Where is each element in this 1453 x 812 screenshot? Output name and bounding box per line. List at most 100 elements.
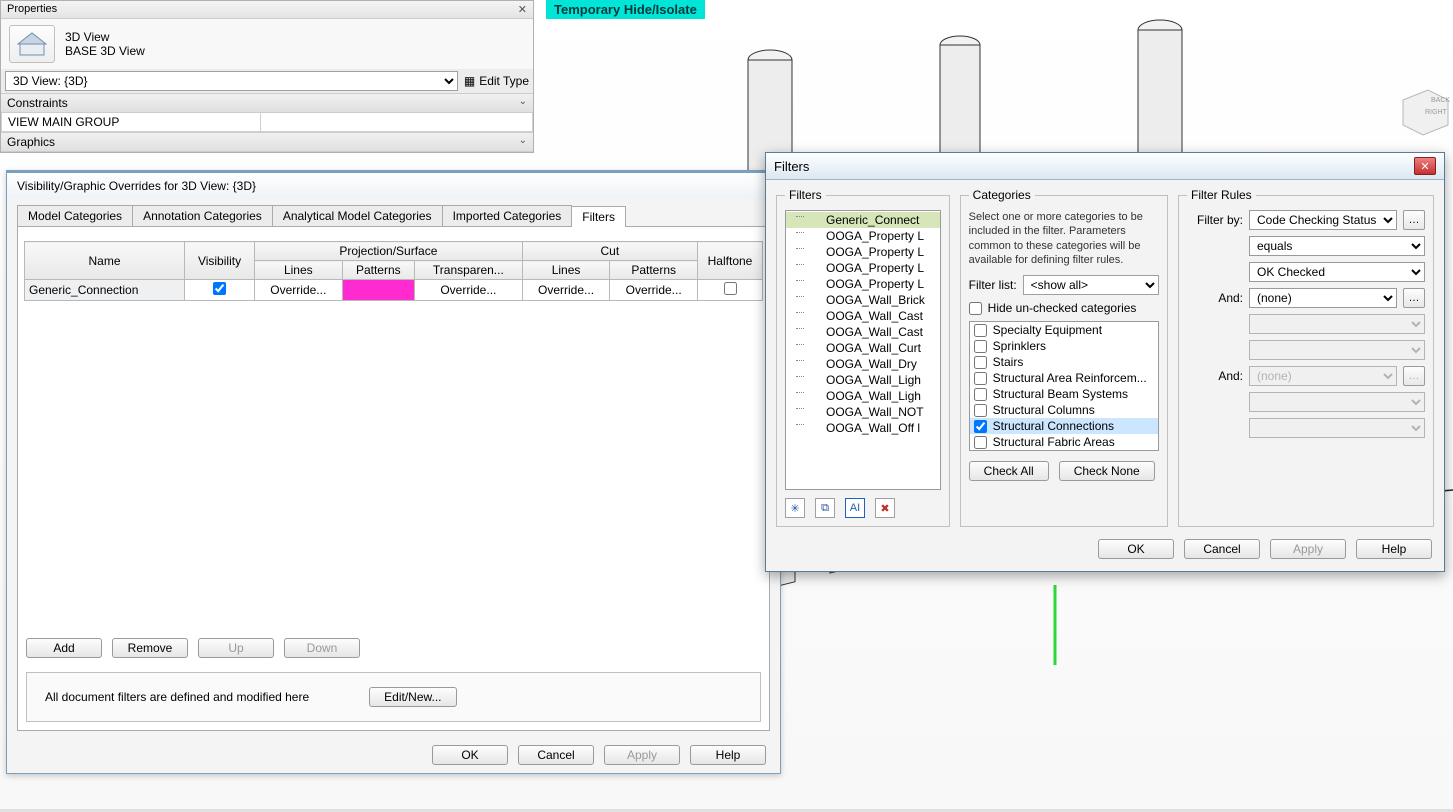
and2-op-select[interactable] bbox=[1249, 392, 1425, 412]
collapse-icon[interactable]: ⌄ bbox=[519, 135, 527, 149]
tab-annotation-categories[interactable]: Annotation Categories bbox=[132, 205, 273, 226]
categories-checklist[interactable]: Specialty EquipmentSprinklersStairsStruc… bbox=[969, 321, 1159, 451]
category-checkbox[interactable] bbox=[974, 324, 987, 337]
proj-lines-cell[interactable]: Override... bbox=[255, 280, 343, 301]
col-name: Name bbox=[25, 242, 185, 280]
halftone-checkbox[interactable] bbox=[724, 282, 737, 295]
check-none-button[interactable]: Check None bbox=[1059, 461, 1155, 481]
filters-help-button[interactable]: Help bbox=[1356, 539, 1432, 559]
check-all-button[interactable]: Check All bbox=[969, 461, 1049, 481]
proj-transp-cell[interactable]: Override... bbox=[415, 280, 523, 301]
delete-filter-icon[interactable]: ✖ bbox=[875, 498, 895, 518]
filter-list-item[interactable]: OOGA_Property L bbox=[786, 228, 940, 244]
category-item[interactable]: Structural Beam Systems bbox=[970, 386, 1158, 402]
category-checkbox[interactable] bbox=[974, 372, 987, 385]
hide-unchecked-checkbox[interactable] bbox=[969, 302, 982, 315]
param-more-button[interactable]: … bbox=[1403, 210, 1425, 230]
tab-filters[interactable]: Filters bbox=[571, 206, 626, 227]
filter-list-item[interactable]: OOGA_Wall_Cast bbox=[786, 308, 940, 324]
category-item[interactable]: Stairs bbox=[970, 354, 1158, 370]
category-checkbox[interactable] bbox=[974, 388, 987, 401]
vg-help-button[interactable]: Help bbox=[690, 745, 766, 765]
category-checkbox[interactable] bbox=[974, 436, 987, 449]
and2-param-select[interactable]: (none) bbox=[1249, 366, 1397, 386]
up-button[interactable]: Up bbox=[198, 638, 274, 658]
visibility-checkbox-cell[interactable] bbox=[185, 280, 255, 301]
filters-listbox[interactable]: Generic_ConnectOOGA_Property LOOGA_Prope… bbox=[785, 210, 941, 490]
category-checkbox[interactable] bbox=[974, 356, 987, 369]
operator-select[interactable]: equals bbox=[1249, 236, 1425, 256]
category-item[interactable]: Structural Columns bbox=[970, 402, 1158, 418]
category-checkbox[interactable] bbox=[974, 420, 987, 433]
category-checkbox[interactable] bbox=[974, 404, 987, 417]
category-item[interactable]: Structural Connections bbox=[970, 418, 1158, 434]
vg-cancel-button[interactable]: Cancel bbox=[518, 745, 594, 765]
and-label-2: And: bbox=[1187, 369, 1243, 383]
new-filter-icon[interactable]: ✳ bbox=[785, 498, 805, 518]
vg-apply-button[interactable]: Apply bbox=[604, 745, 680, 765]
filters-titlebar[interactable]: Filters ✕ bbox=[766, 153, 1444, 180]
category-item[interactable]: Structural Area Reinforcem... bbox=[970, 370, 1158, 386]
and2-more-button[interactable]: … bbox=[1403, 366, 1425, 386]
filter-list-item[interactable]: OOGA_Wall_Ligh bbox=[786, 388, 940, 404]
filters-grid[interactable]: Name Visibility Projection/Surface Cut H… bbox=[24, 241, 763, 301]
vg-ok-button[interactable]: OK bbox=[432, 745, 508, 765]
and1-val-select[interactable] bbox=[1249, 340, 1425, 360]
category-checkbox[interactable] bbox=[974, 340, 987, 353]
and1-more-button[interactable]: … bbox=[1403, 288, 1425, 308]
section-graphics[interactable]: Graphics⌄ bbox=[1, 132, 533, 152]
collapse-icon[interactable]: ⌄ bbox=[519, 96, 527, 110]
tab-analytical-categories[interactable]: Analytical Model Categories bbox=[272, 205, 443, 226]
and1-op-select[interactable] bbox=[1249, 314, 1425, 334]
filter-list-item[interactable]: OOGA_Property L bbox=[786, 260, 940, 276]
filter-list-item[interactable]: OOGA_Wall_Cast bbox=[786, 324, 940, 340]
view-main-group-input[interactable] bbox=[263, 114, 530, 130]
cut-lines-cell[interactable]: Override... bbox=[522, 280, 610, 301]
edit-new-button[interactable]: Edit/New... bbox=[369, 687, 456, 707]
rename-filter-icon[interactable]: AI bbox=[845, 498, 865, 518]
and1-param-select[interactable]: (none) bbox=[1249, 288, 1397, 308]
visibility-checkbox[interactable] bbox=[213, 282, 226, 295]
add-button[interactable]: Add bbox=[26, 638, 102, 658]
filter-list-item[interactable]: OOGA_Wall_Off l bbox=[786, 420, 940, 436]
tab-model-categories[interactable]: Model Categories bbox=[17, 205, 133, 226]
filter-row[interactable]: Generic_Connection Override... Override.… bbox=[25, 280, 763, 301]
cut-patterns-cell[interactable]: Override... bbox=[610, 280, 698, 301]
filter-list-item[interactable]: Generic_Connect bbox=[786, 212, 940, 228]
remove-button[interactable]: Remove bbox=[112, 638, 188, 658]
category-item[interactable]: Structural Fabric Areas bbox=[970, 434, 1158, 450]
filters-ok-button[interactable]: OK bbox=[1098, 539, 1174, 559]
and2-val-select[interactable] bbox=[1249, 418, 1425, 438]
viewcube[interactable]: RIGHT BACK bbox=[1393, 80, 1453, 140]
halftone-checkbox-cell[interactable] bbox=[698, 280, 763, 301]
filters-cancel-button[interactable]: Cancel bbox=[1184, 539, 1260, 559]
param-select[interactable]: Code Checking Status bbox=[1249, 210, 1397, 230]
category-item[interactable]: Sprinklers bbox=[970, 338, 1158, 354]
proj-patterns-cell[interactable] bbox=[342, 280, 414, 301]
duplicate-filter-icon[interactable]: ⧉ bbox=[815, 498, 835, 518]
category-label: Structural Fabric Areas bbox=[993, 435, 1115, 449]
filter-list-item[interactable]: OOGA_Wall_NOT bbox=[786, 404, 940, 420]
filter-list-select[interactable]: <show all> bbox=[1023, 275, 1159, 295]
filter-name-cell[interactable]: Generic_Connection bbox=[25, 280, 185, 301]
filter-list-item[interactable]: OOGA_Wall_Dry bbox=[786, 356, 940, 372]
properties-titlebar[interactable]: Properties ✕ bbox=[1, 1, 533, 19]
category-item[interactable]: Specialty Equipment bbox=[970, 322, 1158, 338]
filters-apply-button[interactable]: Apply bbox=[1270, 539, 1346, 559]
instance-selector[interactable]: 3D View: {3D} bbox=[5, 71, 458, 91]
properties-close-icon[interactable]: ✕ bbox=[518, 3, 527, 16]
view-type-label: 3D View bbox=[65, 30, 145, 44]
value-select[interactable]: OK Checked bbox=[1249, 262, 1425, 282]
down-button[interactable]: Down bbox=[284, 638, 360, 658]
filter-list-item[interactable]: OOGA_Property L bbox=[786, 244, 940, 260]
col-visibility: Visibility bbox=[185, 242, 255, 280]
close-icon[interactable]: ✕ bbox=[1414, 157, 1436, 175]
filter-list-item[interactable]: OOGA_Wall_Curt bbox=[786, 340, 940, 356]
category-label: Stairs bbox=[993, 355, 1024, 369]
tab-imported-categories[interactable]: Imported Categories bbox=[442, 205, 573, 226]
filter-list-item[interactable]: OOGA_Wall_Brick bbox=[786, 292, 940, 308]
filter-list-item[interactable]: OOGA_Wall_Ligh bbox=[786, 372, 940, 388]
section-constraints[interactable]: Constraints⌄ bbox=[1, 93, 533, 113]
filter-list-item[interactable]: OOGA_Property L bbox=[786, 276, 940, 292]
edit-type-button[interactable]: ▦ Edit Type bbox=[464, 74, 529, 88]
